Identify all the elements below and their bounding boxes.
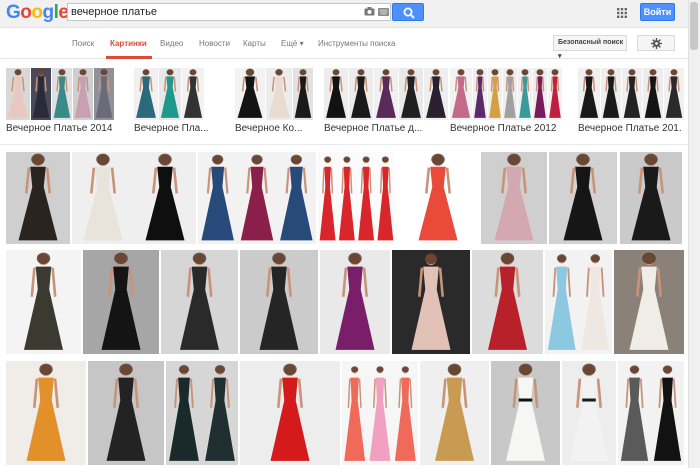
- tab-video[interactable]: Видео: [160, 39, 183, 48]
- related-thumbnail[interactable]: [503, 68, 517, 120]
- search-tabs: Безопасный поиск ▾ Поиск Картинки Видео Нов…: [0, 29, 688, 60]
- tab-more[interactable]: Ещё ▾: [281, 39, 304, 48]
- gear-icon: [651, 38, 662, 49]
- related-thumbnail[interactable]: [601, 68, 621, 120]
- search-button[interactable]: [392, 3, 424, 21]
- image-result[interactable]: [198, 152, 316, 244]
- image-result[interactable]: [392, 250, 470, 354]
- related-thumbnail[interactable]: [73, 68, 93, 120]
- related-thumbnail[interactable]: [31, 68, 51, 120]
- image-result[interactable]: [240, 361, 340, 465]
- related-search-label[interactable]: Вечерное Платье 2012: [450, 123, 556, 134]
- related-thumbnail[interactable]: [324, 68, 348, 120]
- tab-search-tools[interactable]: Инструменты поиска: [318, 39, 395, 48]
- image-result[interactable]: [161, 250, 238, 354]
- related-thumbnail[interactable]: [94, 68, 114, 120]
- image-result[interactable]: [88, 361, 164, 465]
- image-result[interactable]: [620, 152, 682, 244]
- related-thumbnail[interactable]: [374, 68, 398, 120]
- related-thumbnail[interactable]: [450, 68, 472, 120]
- image-result[interactable]: [240, 250, 318, 354]
- related-search-label[interactable]: Вечерное Платье 2014: [6, 123, 112, 134]
- tab-search[interactable]: Поиск: [72, 39, 94, 48]
- image-result[interactable]: [472, 250, 543, 354]
- keyboard-icon[interactable]: [378, 8, 389, 16]
- related-thumbnail[interactable]: [399, 68, 423, 120]
- related-search-label[interactable]: Вечерное Пла...: [134, 123, 209, 134]
- related-thumbnail[interactable]: [488, 68, 502, 120]
- image-result[interactable]: [320, 250, 390, 354]
- search-input[interactable]: [71, 5, 351, 19]
- image-result[interactable]: [397, 152, 479, 244]
- related-thumbnail[interactable]: [235, 68, 265, 120]
- apps-grid-icon[interactable]: [617, 8, 627, 18]
- related-thumbnail[interactable]: [622, 68, 642, 120]
- logo-letter: o: [31, 2, 43, 23]
- camera-icon[interactable]: [364, 7, 375, 16]
- related-thumbnail[interactable]: [266, 68, 292, 120]
- related-searches: Вечерное Платье 2014 Вечерное Пла... Вечер…: [0, 68, 688, 140]
- image-result[interactable]: [562, 361, 616, 465]
- related-thumbnail[interactable]: [424, 68, 448, 120]
- image-result[interactable]: [614, 250, 684, 354]
- related-thumbnail[interactable]: [518, 68, 532, 120]
- related-search-label[interactable]: Вечерное Платье 201...: [578, 123, 682, 134]
- tab-images[interactable]: Картинки: [110, 39, 147, 48]
- scrollbar-track[interactable]: [688, 0, 700, 468]
- google-logo[interactable]: Google: [6, 2, 69, 24]
- image-result[interactable]: [166, 361, 238, 465]
- image-result[interactable]: [83, 250, 159, 354]
- related-thumbnail[interactable]: [6, 68, 30, 120]
- related-thumbnail[interactable]: [159, 68, 181, 120]
- signin-button[interactable]: Войти: [640, 3, 675, 21]
- scrollbar-thumb[interactable]: [690, 2, 698, 50]
- image-result[interactable]: [318, 152, 395, 244]
- related-search-label[interactable]: Вечерное Ко...: [235, 123, 302, 134]
- logo-letter: G: [6, 2, 21, 23]
- settings-button[interactable]: [637, 35, 675, 51]
- logo-letter: g: [42, 2, 55, 23]
- logo-letter: o: [20, 2, 32, 23]
- image-result[interactable]: [618, 361, 684, 465]
- image-result[interactable]: [6, 152, 70, 244]
- related-thumbnail[interactable]: [643, 68, 663, 120]
- image-result[interactable]: [6, 250, 81, 354]
- image-result[interactable]: [420, 361, 489, 465]
- image-result[interactable]: [491, 361, 560, 465]
- related-thumbnail[interactable]: [182, 68, 204, 120]
- related-thumbnail[interactable]: [293, 68, 313, 120]
- search-icon: [403, 7, 415, 19]
- active-tab-indicator: [106, 56, 152, 59]
- image-result[interactable]: [72, 152, 196, 244]
- related-search-label[interactable]: Вечерное Платье д...: [324, 123, 422, 134]
- image-result[interactable]: [545, 250, 612, 354]
- divider: [0, 144, 688, 145]
- related-thumbnail[interactable]: [349, 68, 373, 120]
- tab-maps[interactable]: Карты: [243, 39, 266, 48]
- safesearch-dropdown[interactable]: Безопасный поиск ▾: [553, 35, 627, 60]
- related-thumbnail[interactable]: [473, 68, 487, 120]
- related-thumbnail[interactable]: [548, 68, 562, 120]
- related-thumbnail[interactable]: [134, 68, 158, 120]
- image-result[interactable]: [342, 361, 418, 465]
- search-box: [67, 3, 391, 21]
- related-thumbnail[interactable]: [533, 68, 547, 120]
- related-thumbnail[interactable]: [664, 68, 684, 120]
- image-result[interactable]: [481, 152, 547, 244]
- image-result[interactable]: [549, 152, 617, 244]
- related-thumbnail[interactable]: [578, 68, 600, 120]
- related-thumbnail[interactable]: [52, 68, 72, 120]
- top-bar: Google Войт: [0, 0, 700, 28]
- image-result[interactable]: [6, 361, 86, 465]
- tab-news[interactable]: Новости: [199, 39, 230, 48]
- google-images-page: Google Войт: [0, 0, 700, 468]
